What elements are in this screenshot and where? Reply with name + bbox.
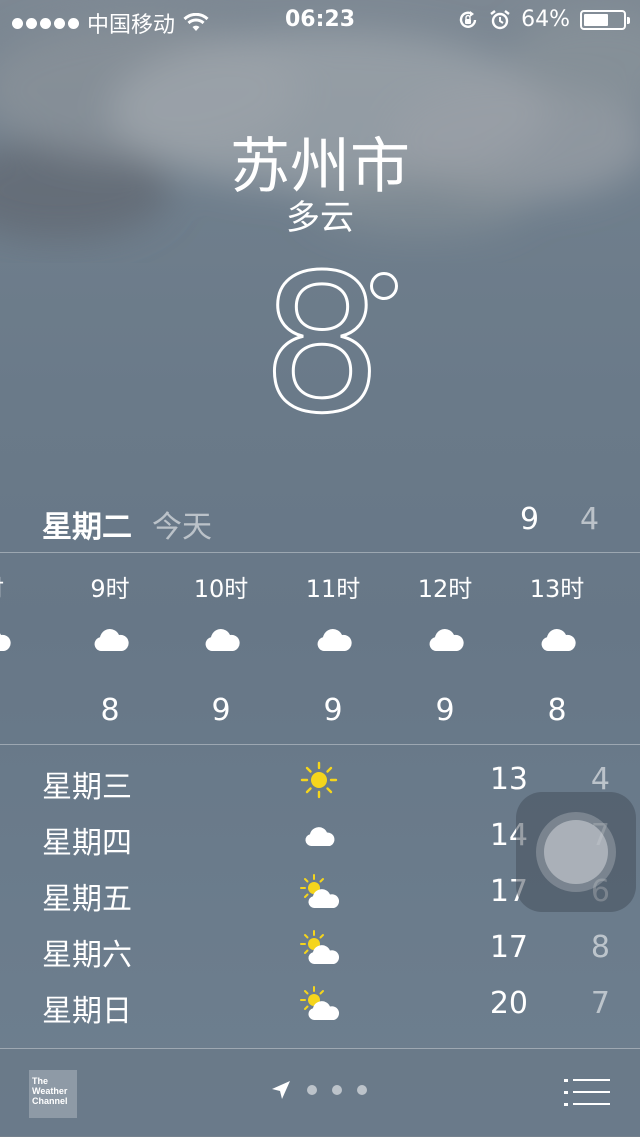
- hour-label: 12时: [417, 575, 473, 603]
- today-low: 4: [580, 502, 600, 537]
- page-dot: [332, 1085, 342, 1095]
- status-bar: 中国移动 06:23 64%: [0, 0, 640, 40]
- weather-condition: 多云: [286, 198, 354, 238]
- partly-cloudy-icon: [300, 986, 341, 1021]
- alarm-icon: [490, 9, 510, 29]
- daily-row: 星期六 17 8: [0, 920, 640, 976]
- today-high: 9: [520, 502, 540, 537]
- orientation-lock-icon: [459, 10, 477, 28]
- cloud-icon: [205, 629, 240, 651]
- daily-high: 17: [489, 930, 528, 965]
- cloud-icon: [541, 629, 576, 651]
- location-arrow-icon: [272, 1081, 290, 1099]
- hourly-forecast[interactable]: 时 8 9时 8 10时 9 11时 9 12时 9 13时 8: [0, 553, 640, 743]
- daily-high: 13: [489, 762, 528, 797]
- hour-temp: 9: [211, 693, 231, 728]
- hour-temp: 8: [0, 693, 42, 728]
- cloud-icon: [305, 827, 335, 846]
- daily-day: 星期四: [42, 826, 132, 861]
- hour-temp: 9: [323, 693, 343, 728]
- cloud-icon: [429, 629, 464, 651]
- daily-day: 星期六: [42, 938, 132, 973]
- cloud-icon: [317, 629, 352, 651]
- partly-cloudy-icon: [300, 874, 341, 909]
- temperature-value: 8: [260, 234, 384, 455]
- page-dot: [357, 1085, 367, 1095]
- hour-label: 11时: [305, 575, 361, 603]
- list-menu-icon[interactable]: [564, 1075, 610, 1111]
- hour-temp: 8: [547, 693, 567, 728]
- page-dot: [307, 1085, 317, 1095]
- assistive-touch-button[interactable]: [516, 792, 636, 912]
- page-indicator[interactable]: [270, 1079, 367, 1101]
- hour-label: 时: [0, 569, 42, 604]
- hour-label: 9时: [90, 575, 130, 603]
- hour-temp: 9: [435, 693, 455, 728]
- divider: [0, 744, 640, 745]
- daily-row: 星期日 20 7: [0, 976, 640, 1032]
- today-label: 今天: [152, 510, 212, 545]
- cloud-icon: [94, 629, 129, 651]
- daily-low: 7: [590, 986, 610, 1021]
- current-temperature: 8: [0, 248, 640, 441]
- daily-day: 星期日: [42, 994, 132, 1029]
- today-summary: 星期二 今天 9 4: [0, 496, 640, 545]
- cloud-icon: [0, 629, 11, 651]
- daily-high: 20: [489, 986, 528, 1021]
- assistive-touch-center: [544, 820, 608, 884]
- weather-channel-logo[interactable]: The Weather Channel: [29, 1070, 77, 1118]
- battery-icon: [580, 9, 630, 30]
- partly-cloudy-icon: [300, 930, 341, 965]
- degree-symbol-icon: [370, 272, 398, 300]
- hour-temp: 8: [100, 693, 120, 728]
- daily-day: 星期五: [42, 882, 132, 917]
- daily-day: 星期三: [42, 770, 132, 805]
- daily-low: 8: [590, 930, 610, 965]
- sun-icon: [300, 761, 338, 799]
- today-day: 星期二: [42, 510, 132, 545]
- hour-label: 13时: [529, 575, 585, 603]
- hour-label: 10时: [193, 575, 249, 603]
- battery-percent: 64%: [521, 7, 570, 32]
- bottom-toolbar: The Weather Channel: [0, 1048, 640, 1137]
- status-right: 64%: [457, 7, 630, 32]
